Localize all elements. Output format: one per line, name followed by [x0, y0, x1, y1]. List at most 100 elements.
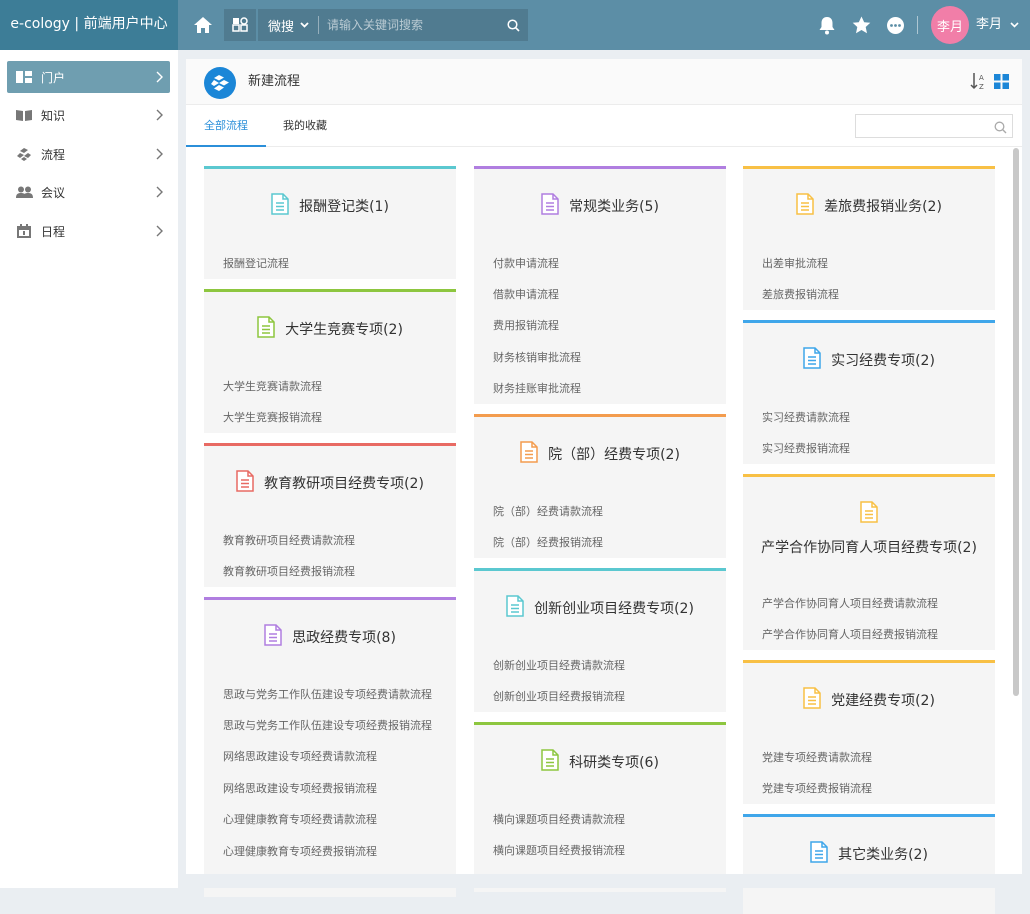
workflow-link[interactable]: 付款申请流程	[493, 247, 581, 278]
filter-input[interactable]	[856, 116, 986, 138]
workflow-link[interactable]: 教育教研项目经费报销流程	[223, 555, 355, 586]
card-item-list: 大学生竞赛请款流程 大学生竞赛报销流程	[223, 370, 322, 433]
workflow-link[interactable]: 教育教研项目经费请款流程	[223, 524, 355, 555]
sidebar-item-workflow[interactable]: 流程	[7, 138, 170, 170]
tab-bar: 全部流程 我的收藏	[186, 105, 1022, 147]
sort-icon[interactable]: AZ	[969, 71, 987, 91]
apps-grid-icon[interactable]	[224, 9, 256, 41]
card-title[interactable]: 其它类业务(2)	[743, 841, 995, 867]
filter-box	[855, 114, 1013, 138]
card-title[interactable]: 创新创业项目经费专项(2)	[474, 595, 726, 621]
search-icon[interactable]	[498, 18, 528, 32]
workflow-link[interactable]: 党建专项经费报销流程	[762, 772, 872, 803]
document-icon	[803, 687, 821, 713]
card-title-text: 常规类业务(5)	[569, 199, 659, 215]
workflow-link[interactable]: 产学合作协同育人项目经费请款流程	[762, 587, 938, 618]
star-icon[interactable]	[850, 14, 872, 36]
card-title-text: 产学合作协同育人项目经费专项(2)	[761, 540, 977, 556]
workflow-link[interactable]: 创新创业项目经费请款流程	[493, 649, 625, 680]
sidebar-item-label: 门户	[41, 70, 66, 85]
card-title[interactable]: 教育教研项目经费专项(2)	[204, 470, 456, 496]
document-icon	[796, 193, 814, 219]
tab-all-workflows[interactable]: 全部流程	[186, 105, 266, 147]
sidebar-item-portal[interactable]: 门户	[7, 61, 170, 93]
sidebar-item-calendar[interactable]: 日程	[7, 215, 170, 247]
workflow-link[interactable]: 心理健康教育专项经费请款流程	[223, 804, 432, 835]
workflow-link[interactable]: 创新创业项目经费报销流程	[493, 680, 625, 711]
bell-icon[interactable]	[816, 14, 838, 36]
workflow-link[interactable]: 借款申请流程	[493, 278, 581, 309]
search-type-select[interactable]: 微搜	[258, 16, 318, 35]
avatar[interactable]: 李月	[931, 6, 969, 44]
card-title[interactable]: 报酬登记类(1)	[204, 193, 456, 219]
workflow-link[interactable]: 财务核销审批流程	[493, 341, 581, 372]
card-item-list: 院（部）经费请款流程 院（部）经费报销流程	[493, 495, 603, 558]
workflow-link[interactable]: 网络思政建设专项经费请款流程	[223, 741, 432, 772]
workflow-link[interactable]: 实习经费报销流程	[762, 432, 850, 463]
card-title-text: 教育教研项目经费专项(2)	[264, 476, 424, 492]
document-icon	[541, 749, 559, 775]
workflow-link[interactable]: 产学合作协同育人项目经费报销流程	[762, 618, 938, 649]
workflow-link[interactable]: 大学生竞赛报销流程	[223, 401, 322, 432]
card-title[interactable]: 思政经费专项(8)	[204, 624, 456, 650]
workflow-link[interactable]: 报酬登记流程	[223, 247, 289, 278]
card-title-text: 创新创业项目经费专项(2)	[534, 601, 694, 617]
sidebar-item-knowledge[interactable]: 知识	[7, 99, 170, 131]
card-item-list: 产学合作协同育人项目经费请款流程 产学合作协同育人项目经费报销流程	[762, 587, 938, 650]
scrollbar-thumb[interactable]	[1013, 148, 1019, 696]
sidebar-item-label: 日程	[41, 224, 66, 239]
sidebar-item-meeting[interactable]: 会议	[7, 176, 170, 208]
card-item-list: 付款申请流程 借款申请流程 费用报销流程 财务核销审批流程 财务挂账审批流程	[493, 247, 581, 404]
chevron-right-icon	[148, 186, 170, 198]
card-title-text: 党建经费专项(2)	[831, 693, 935, 709]
category-card: 党建经费专项(2) 党建专项经费请款流程 党建专项经费报销流程	[743, 660, 995, 804]
workflow-link[interactable]: 党建专项经费请款流程	[762, 741, 872, 772]
chevron-right-icon	[148, 148, 170, 160]
workflow-link[interactable]: 大学生竞赛请款流程	[223, 370, 322, 401]
card-title[interactable]: 大学生竞赛专项(2)	[204, 316, 456, 342]
brand-title[interactable]: e-cology | 前端用户中心	[0, 0, 178, 50]
more-icon[interactable]	[884, 14, 906, 36]
workflow-link[interactable]: 横向课题项目经费报销流程	[493, 834, 625, 865]
category-card: 常规类业务(5) 付款申请流程 借款申请流程 费用报销流程 财务核销审批流程 财务挂账审…	[474, 166, 726, 404]
card-title-text: 思政经费专项(8)	[292, 630, 396, 646]
sidebar-item-label: 知识	[41, 108, 66, 123]
workflow-link[interactable]: 出差审批流程	[762, 247, 839, 278]
card-title[interactable]: 差旅费报销业务(2)	[743, 193, 995, 219]
workflow-link[interactable]: 横向课题项目经费请款流程	[493, 803, 625, 834]
card-title[interactable]: 产学合作协同育人项目经费专项(2)	[743, 501, 995, 557]
category-card: 思政经费专项(8) 思政与党务工作队伍建设专项经费请款流程 思政与党务工作队伍建设…	[204, 597, 456, 897]
scrollbar[interactable]	[1012, 148, 1020, 888]
card-title[interactable]: 科研类专项(6)	[474, 749, 726, 775]
home-icon[interactable]	[188, 11, 218, 39]
workflow-link[interactable]: 费用报销流程	[493, 310, 581, 341]
workflow-link[interactable]: 思政与党务工作队伍建设专项经费请款流程	[223, 678, 432, 709]
card-title-text: 实习经费专项(2)	[831, 353, 935, 369]
workflow-link[interactable]: 院（部）经费报销流程	[493, 526, 603, 557]
user-menu[interactable]: 李月	[976, 0, 1019, 50]
chevron-down-icon	[1010, 22, 1019, 28]
workflow-link[interactable]: 实习经费请款流程	[762, 401, 850, 432]
workflow-link[interactable]: 网络思政建设专项经费报销流程	[223, 772, 432, 803]
card-item-list: 实习经费请款流程 实习经费报销流程	[762, 401, 850, 464]
workflow-link[interactable]: 财务挂账审批流程	[493, 373, 581, 404]
document-icon	[541, 193, 559, 219]
card-title-text: 报酬登记类(1)	[299, 199, 389, 215]
workflow-link[interactable]: 心理健康教育专项经费报销流程	[223, 835, 432, 866]
card-title[interactable]: 实习经费专项(2)	[743, 347, 995, 373]
tab-my-favorites[interactable]: 我的收藏	[266, 105, 344, 147]
grid-view-icon[interactable]	[992, 71, 1010, 91]
document-icon	[506, 595, 524, 621]
workflow-link[interactable]: 院（部）经费请款流程	[493, 495, 603, 526]
search-input[interactable]	[318, 16, 498, 34]
workflow-link[interactable]: 差旅费报销流程	[762, 278, 839, 309]
search-icon[interactable]	[994, 119, 1007, 138]
sidebar: 门户 知识 流程 会议 日程	[0, 50, 178, 888]
card-title[interactable]: 院（部）经费专项(2)	[474, 441, 726, 467]
card-title[interactable]: 党建经费专项(2)	[743, 687, 995, 713]
card-title[interactable]: 常规类业务(5)	[474, 193, 726, 219]
workflow-icon	[7, 147, 41, 162]
search-box: 微搜	[258, 9, 528, 41]
category-card: 教育教研项目经费专项(2) 教育教研项目经费请款流程 教育教研项目经费报销流程	[204, 443, 456, 587]
workflow-link[interactable]: 思政与党务工作队伍建设专项经费报销流程	[223, 709, 432, 740]
